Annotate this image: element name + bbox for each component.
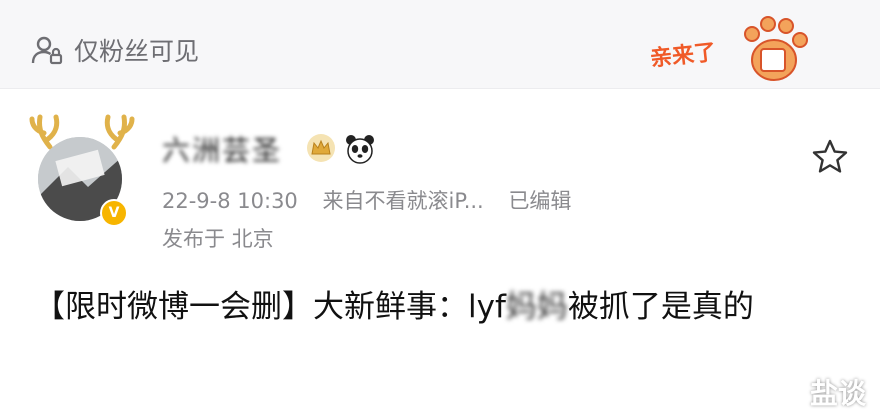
paw-icon	[744, 16, 808, 81]
avatar-frame[interactable]: V	[28, 107, 138, 227]
lock-person-icon	[31, 36, 63, 65]
watermark: 盐谈	[809, 377, 866, 410]
visibility-indicator: 仅粉丝可见	[30, 30, 199, 70]
author-name[interactable]: 六洲芸圣	[162, 129, 282, 169]
weibo-post-card: V 六洲芸圣 22-9-8 10:30 来自不看就滚iP... 已编辑 发布于 …	[0, 89, 880, 420]
visibility-label: 仅粉丝可见	[74, 37, 200, 66]
post-source[interactable]: 来自不看就滚iP...	[322, 189, 483, 213]
edited-label[interactable]: 已编辑	[508, 189, 571, 213]
sticker-text: 亲来了	[649, 40, 717, 72]
post-text-part2: 被抓了是真的	[567, 289, 754, 325]
post-meta: 22-9-8 10:30 来自不看就滚iP... 已编辑	[162, 185, 589, 215]
post-text: 【限时微博一会删】大新鲜事：lyf妈妈被抓了是真的	[34, 281, 834, 333]
post-time: 22-9-8 10:30	[162, 189, 298, 213]
panda-icon	[346, 135, 374, 164]
post-text-part1: 【限时微博一会删】大新鲜事：lyf	[34, 289, 506, 325]
post-location: 发布于 北京	[162, 227, 274, 251]
top-bar: 仅粉丝可见 亲来了	[0, 0, 880, 89]
post-text-blurred: 妈妈	[505, 289, 568, 325]
crown-icon	[307, 134, 335, 162]
sticker-decoration: 亲来了	[649, 16, 808, 81]
favorite-star-icon[interactable]	[810, 137, 850, 177]
verified-badge: V	[100, 199, 128, 227]
